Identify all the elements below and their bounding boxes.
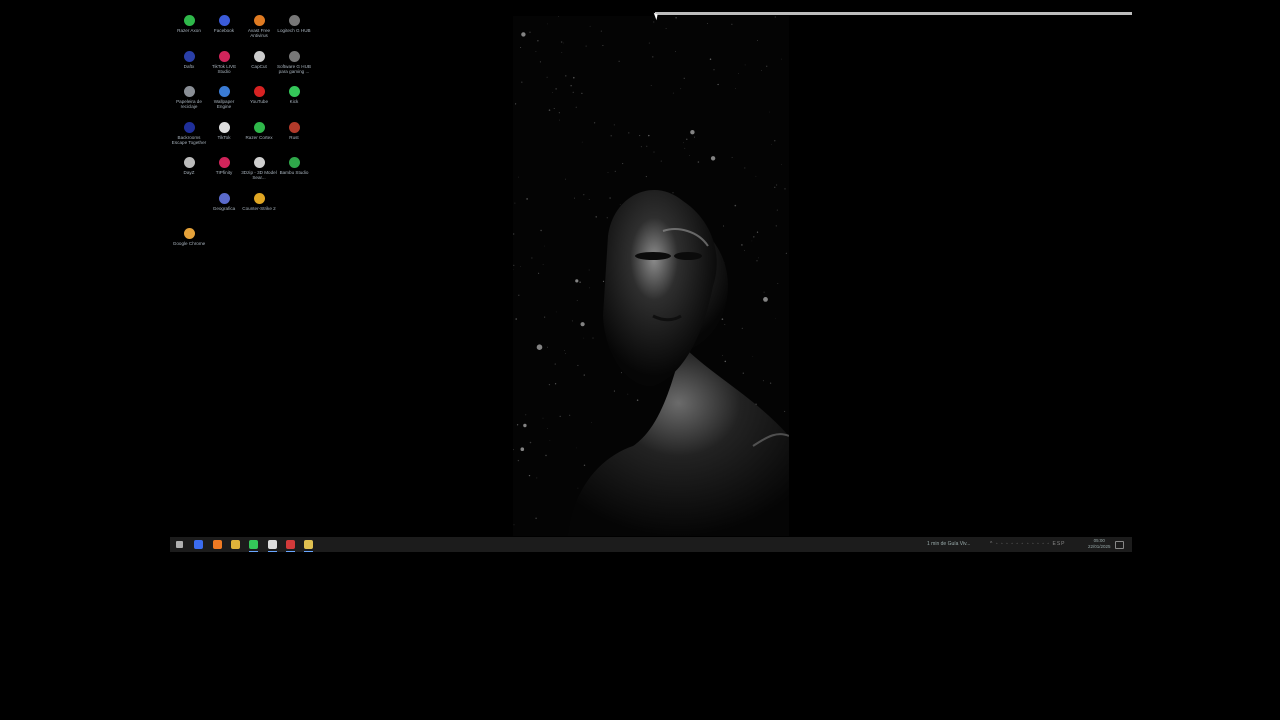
desktop-shortcut-label: Kick (289, 99, 299, 104)
desktop-shortcut[interactable]: 3Dzip - 3D Model Sear... (241, 157, 277, 181)
desktop-shortcut-label: TikTok LIVE Studio (211, 63, 237, 74)
notepad-taskbar-icon[interactable] (304, 540, 314, 552)
tipfinity-icon (218, 157, 230, 168)
desktop-shortcut-label: 3Dzip - 3D Model Sear... (241, 170, 277, 181)
desktop-shortcut-label: Counter-Strike 2 (242, 205, 276, 211)
youtube-icon (253, 86, 265, 97)
file-explorer-icon[interactable] (230, 540, 240, 549)
desktop-shortcut-label: TikTok (217, 134, 231, 140)
dayz-icon (183, 157, 195, 168)
chrome-icon (183, 228, 195, 239)
geografica-icon (218, 192, 230, 204)
desktop-shortcut[interactable]: Logitech G HUB (276, 15, 312, 33)
desktop-shortcut[interactable]: TIPfinity (206, 157, 242, 175)
notification-center-icon[interactable] (1115, 541, 1124, 549)
desktop-shortcut[interactable]: Backrooms Escape Together (171, 121, 207, 146)
desktop-shortcut-label: Software G HUB para gaming ... (277, 63, 311, 74)
razer-cortex-icon (253, 121, 265, 133)
desktop-shortcut-label: CapCut (251, 63, 267, 69)
desktop-shortcut-label: Wallpaper Engine (213, 99, 235, 110)
backrooms-icon (183, 121, 195, 133)
desktop-shortcut[interactable]: Wallpaper Engine (206, 86, 242, 110)
wallpaper-engine-preview (513, 16, 789, 536)
avast-icon (253, 15, 265, 26)
windows-start-icon[interactable] (176, 541, 183, 548)
desktop-shortcut-label: Bambu Studio (279, 170, 309, 175)
desktop-shortcut[interactable]: Daftx (171, 50, 207, 69)
3dzip-icon (253, 157, 265, 168)
recycle-bin-icon (183, 86, 195, 97)
chrome-figure-image (568, 189, 789, 536)
desktop-shortcut[interactable]: DayZ (171, 157, 207, 175)
cs2-icon (253, 192, 265, 204)
desktop-shortcut-label: Razer Axon (177, 28, 201, 33)
desktop-shortcut-label: Rust (289, 134, 299, 140)
tray-icons-text: ^ ◦ ◦ ◦ ◦ ◦ ◦ ◦ ◦ ◦ ◦ ◦ (990, 541, 1051, 547)
daftx-icon (183, 50, 195, 62)
facebook-icon (218, 15, 230, 26)
desktop-shortcut[interactable]: Bambu Studio (276, 157, 312, 175)
language-indicator[interactable]: ESP (1053, 541, 1066, 547)
top-progress-line (655, 12, 1132, 15)
system-tray[interactable]: ^ ◦ ◦ ◦ ◦ ◦ ◦ ◦ ◦ ◦ ◦ ◦ ESP (990, 540, 1066, 548)
kick-icon (288, 86, 300, 97)
taskbar: 1 min de Guía Viv... ^ ◦ ◦ ◦ ◦ ◦ ◦ ◦ ◦ ◦… (170, 537, 1132, 552)
app-taskbar-icon[interactable] (267, 540, 277, 552)
desktop-shortcut-label: TIPfinity (215, 170, 233, 175)
desktop-shortcut[interactable]: Kick (276, 86, 312, 104)
desktop-shortcut-label: Backrooms Escape Together (171, 134, 207, 145)
logitech-icon (288, 15, 300, 26)
desktop-shortcut-label: Geografica (212, 205, 236, 211)
razer-axon-icon (183, 15, 195, 26)
desktop-shortcut-label: Papeleira de reciclaje (176, 99, 202, 110)
browser-taskbar-icon[interactable] (212, 540, 222, 549)
clock-date: 22/01/2025 (1088, 544, 1111, 549)
taskbar-clock[interactable]: 05:00 22/01/2025 (1088, 538, 1111, 550)
desktop-shortcut-label: Facebook (213, 28, 235, 33)
desktop-shortcut-label: YouTube (249, 99, 269, 104)
desktop-shortcut[interactable]: Software G HUB para gaming ... (276, 50, 312, 75)
desktop-shortcut[interactable]: Razer Axon (171, 15, 207, 33)
desktop-shortcut[interactable]: Google Chrome (171, 228, 207, 246)
desktop-shortcut[interactable]: Papeleira de reciclaje (171, 86, 207, 110)
desktop-shortcut[interactable]: Razer Cortex (241, 121, 277, 140)
desktop-shortcut[interactable]: Facebook (206, 15, 242, 33)
desktop-shortcut[interactable]: Counter-Strike 2 (241, 192, 277, 211)
desktop-shortcut[interactable]: TikTok (206, 121, 242, 140)
desktop-screen: Razer Axon Facebook Avast Free Antivirus Lo… (170, 12, 1132, 553)
record-taskbar-icon[interactable] (285, 540, 295, 552)
wallpaper-engine-icon (218, 86, 230, 97)
desktop-shortcut[interactable]: Avast Free Antivirus (241, 15, 277, 39)
desktop-shortcut-label: Razer Cortex (245, 134, 273, 140)
desktop-shortcut[interactable]: CapCut (241, 50, 277, 69)
rust-icon (288, 121, 300, 133)
bambu-icon (288, 157, 300, 168)
desktop-shortcut-label: Google Chrome (172, 241, 206, 246)
desktop-shortcut[interactable]: Rust (276, 121, 312, 140)
desktop-shortcut[interactable]: TikTok LIVE Studio (206, 50, 242, 75)
weather-widget[interactable]: 1 min de Guía Viv... (927, 540, 970, 548)
tiktok-live-icon (218, 50, 230, 62)
capcut-icon (253, 50, 265, 62)
desktop-shortcut[interactable]: Geografica (206, 192, 242, 211)
kick-taskbar-icon[interactable] (249, 540, 259, 552)
tiktok-icon (218, 121, 230, 133)
desktop-shortcut-label: DayZ (183, 170, 195, 175)
desktop-shortcut-label: Avast Free Antivirus (247, 28, 271, 39)
chrome-taskbar-icon[interactable] (194, 540, 204, 549)
desktop-shortcut-label: Logitech G HUB (277, 28, 311, 33)
desktop-shortcut[interactable]: YouTube (241, 86, 277, 104)
ghub-icon (288, 50, 300, 62)
desktop-shortcut-label: Daftx (183, 63, 195, 69)
